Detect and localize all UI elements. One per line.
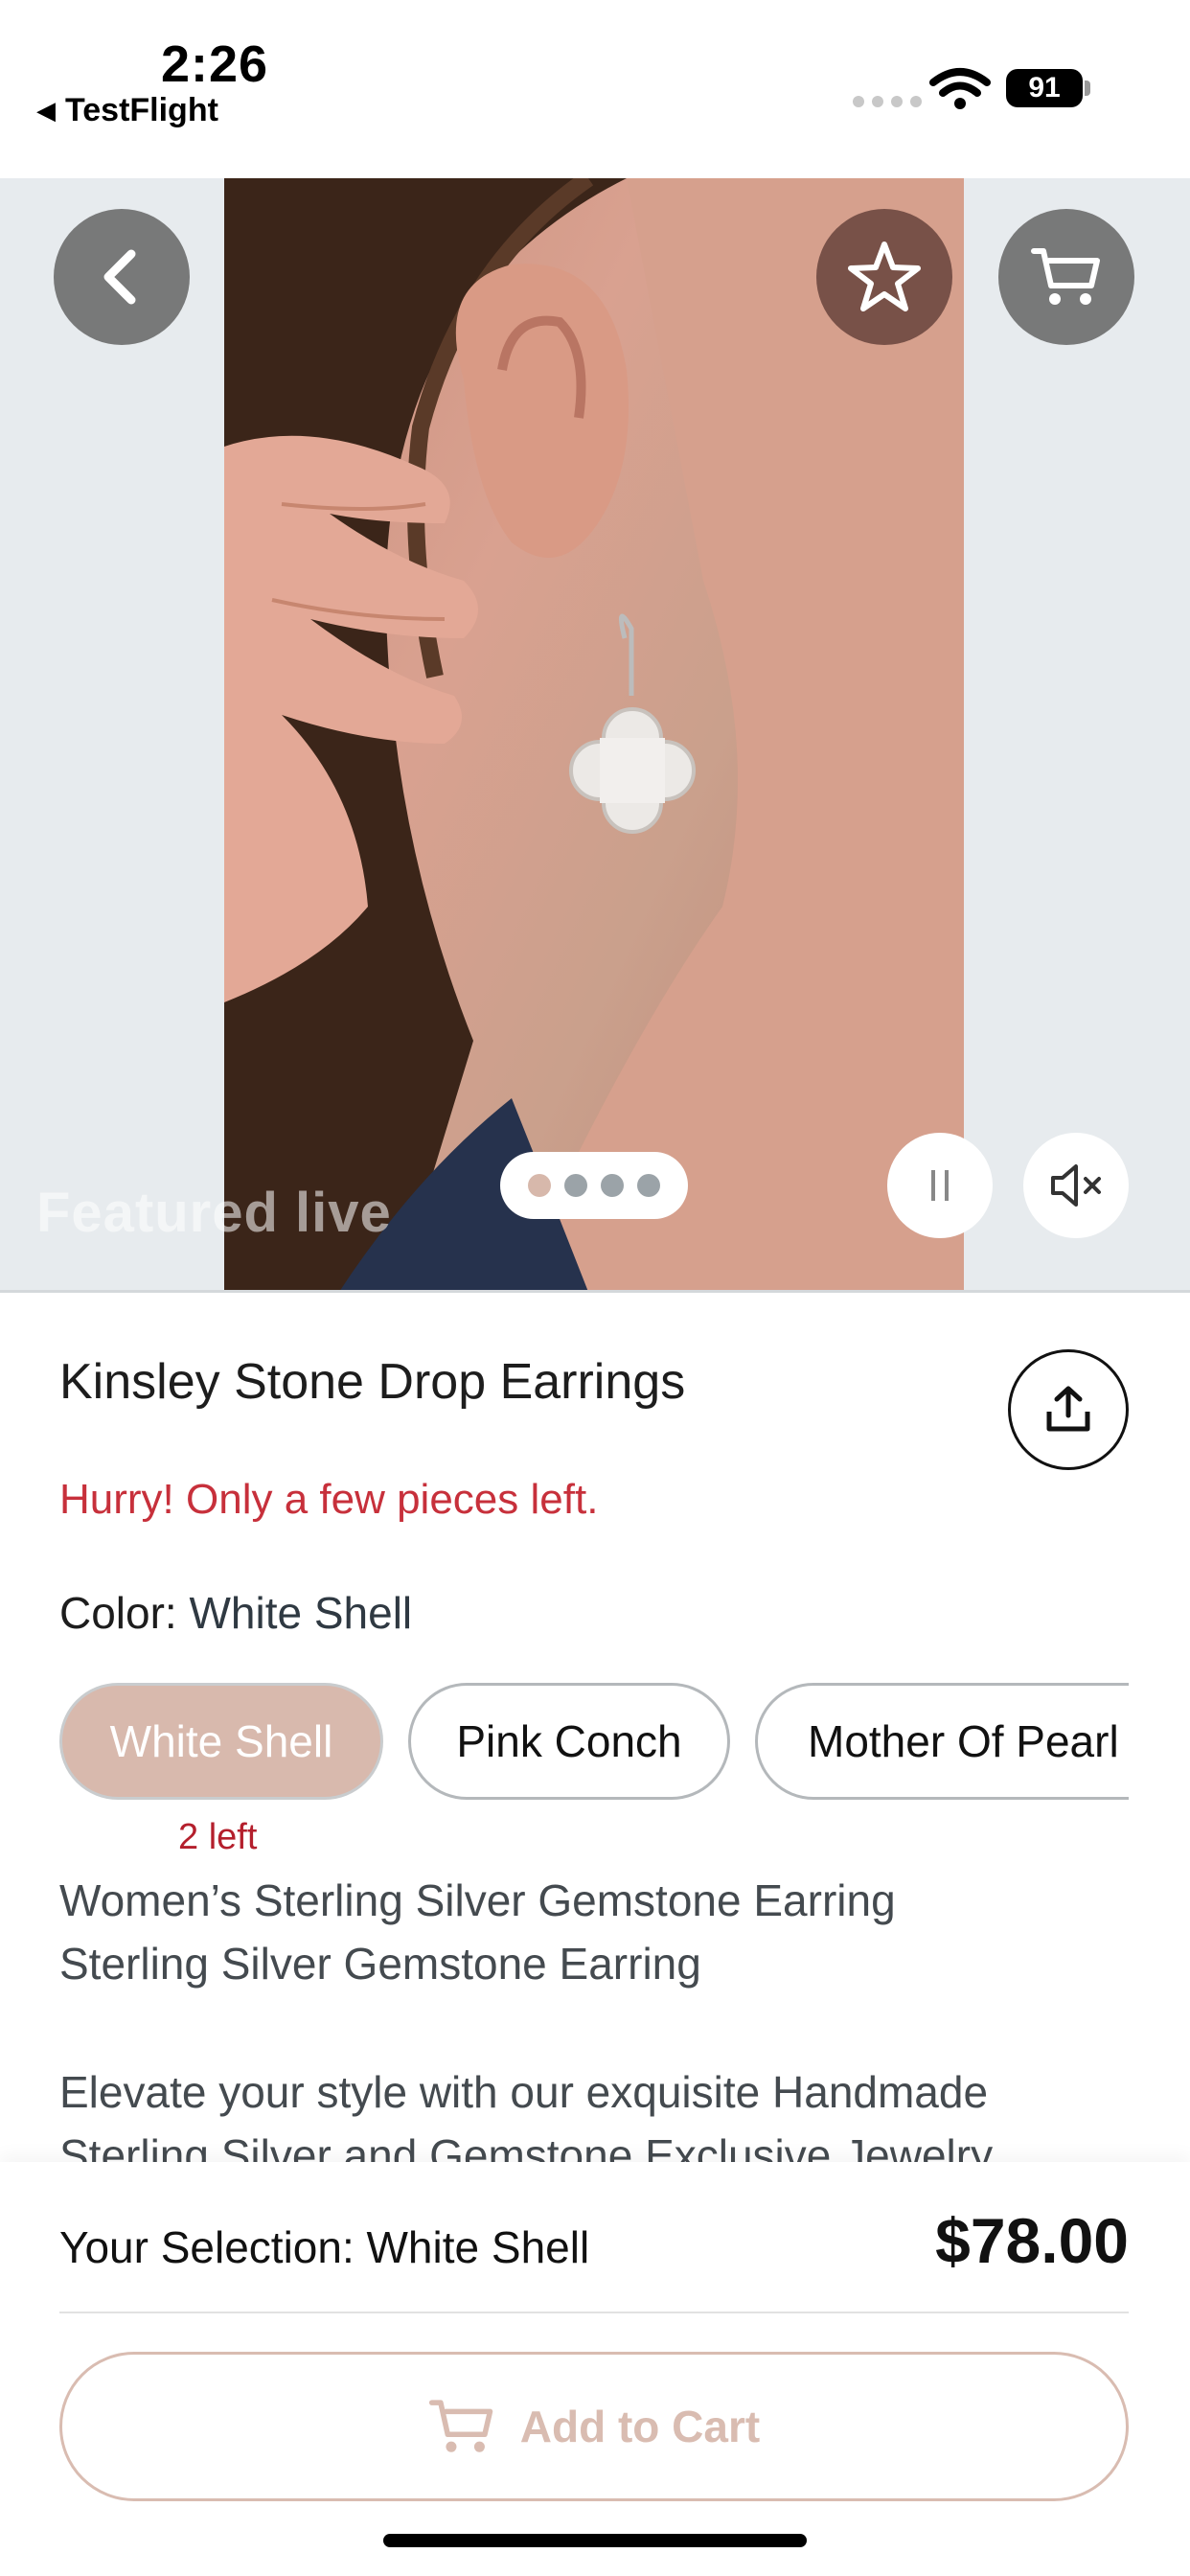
speaker-muted-icon bbox=[1051, 1164, 1101, 1207]
stock-count: 2 left bbox=[178, 1817, 258, 1857]
favorite-button[interactable] bbox=[816, 209, 952, 345]
cart-button[interactable] bbox=[998, 209, 1134, 345]
share-button[interactable] bbox=[1008, 1349, 1129, 1470]
color-options: White Shell Pink Conch Mother Of Pearl bbox=[59, 1683, 1157, 1800]
add-to-cart-label: Add to Cart bbox=[519, 2402, 761, 2451]
back-app-label: TestFlight bbox=[65, 92, 218, 128]
product-media[interactable]: Featured live bbox=[0, 178, 1190, 1292]
star-icon bbox=[848, 242, 921, 311]
home-indicator bbox=[383, 2534, 807, 2547]
add-to-cart-button[interactable]: Add to Cart bbox=[59, 2352, 1129, 2501]
status-time: 2:26 bbox=[161, 35, 269, 93]
battery-tip bbox=[1085, 80, 1090, 96]
pause-icon bbox=[931, 1170, 949, 1201]
color-option-white-shell[interactable]: White Shell bbox=[59, 1683, 383, 1800]
product-subtitle-secondary: Sterling Silver Gemstone Earring bbox=[59, 1939, 701, 1989]
featured-live-label: Featured live bbox=[36, 1182, 392, 1244]
purchase-divider bbox=[59, 2312, 1129, 2313]
price: $78.00 bbox=[935, 2205, 1129, 2276]
share-icon bbox=[1046, 1386, 1090, 1432]
battery-indicator: 91 bbox=[1006, 69, 1083, 107]
pause-button[interactable] bbox=[887, 1133, 993, 1238]
cart-icon bbox=[1031, 248, 1100, 305]
cart-icon bbox=[428, 2400, 493, 2452]
purchase-bar: Your Selection: White Shell $78.00 Add t… bbox=[0, 2162, 1190, 2576]
cellular-signal-icon bbox=[853, 96, 922, 107]
color-selection-label: Color: White Shell bbox=[59, 1587, 412, 1639]
back-to-app-link[interactable]: ◀ TestFlight bbox=[36, 92, 218, 129]
mute-button[interactable] bbox=[1023, 1133, 1129, 1238]
color-option-pink-conch[interactable]: Pink Conch bbox=[408, 1683, 730, 1800]
product-title: Kinsley Stone Drop Earrings bbox=[59, 1354, 686, 1410]
page-dot[interactable] bbox=[601, 1174, 624, 1197]
page-dot[interactable] bbox=[564, 1174, 587, 1197]
back-triangle-icon: ◀ bbox=[36, 96, 56, 125]
color-value: White Shell bbox=[189, 1588, 413, 1638]
product-description: Elevate your style with our exquisite Ha… bbox=[59, 2067, 989, 2117]
back-button[interactable] bbox=[54, 209, 190, 345]
low-stock-warning: Hurry! Only a few pieces left. bbox=[59, 1476, 599, 1523]
wifi-icon bbox=[929, 68, 991, 109]
product-photo bbox=[224, 178, 964, 1292]
product-subtitle: Women’s Sterling Silver Gemstone Earring bbox=[59, 1875, 896, 1925]
carousel-page-indicator[interactable] bbox=[500, 1152, 688, 1219]
status-bar: 2:26 ◀ TestFlight 91 bbox=[0, 0, 1190, 178]
media-divider bbox=[0, 1290, 1190, 1293]
page-dot[interactable] bbox=[637, 1174, 660, 1197]
color-option-mother-of-pearl[interactable]: Mother Of Pearl bbox=[755, 1683, 1157, 1800]
scroll-fade bbox=[1129, 1677, 1190, 1811]
color-label: Color: bbox=[59, 1588, 177, 1638]
page-dot[interactable] bbox=[528, 1174, 551, 1197]
selection-summary: Your Selection: White Shell bbox=[59, 2222, 590, 2272]
chevron-left-icon bbox=[103, 249, 136, 305]
